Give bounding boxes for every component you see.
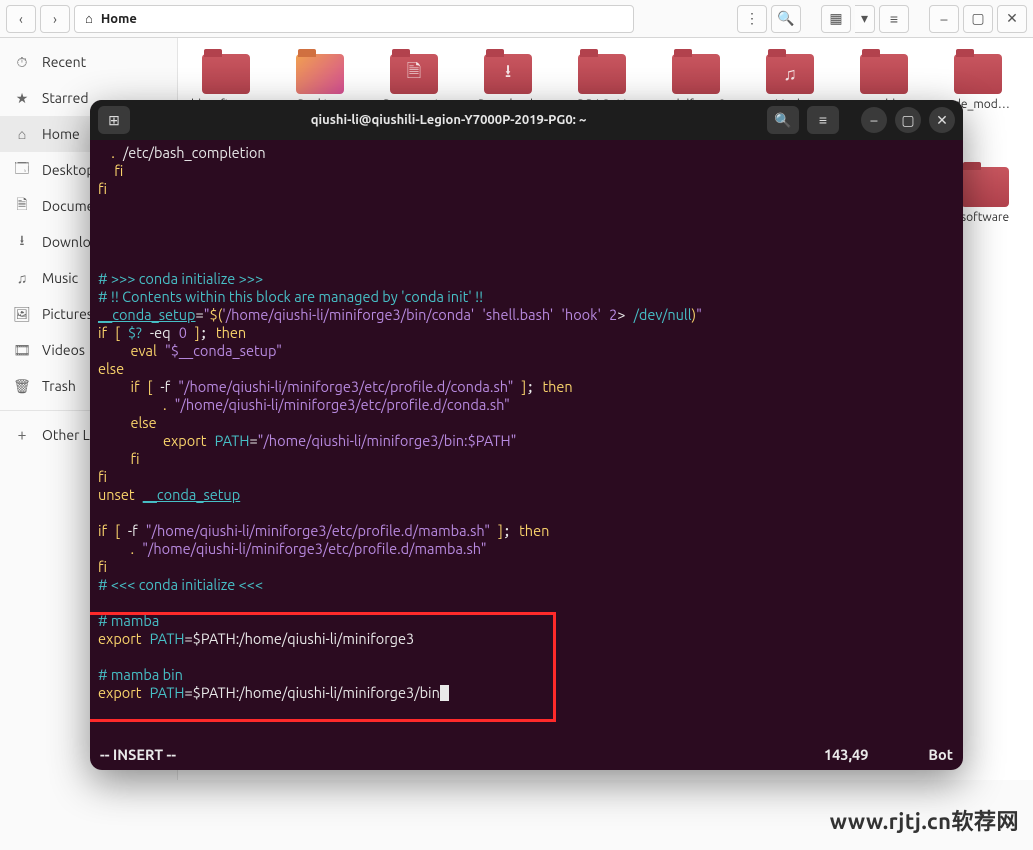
sidebar-item-label: Home — [42, 126, 80, 142]
music-icon: ♫ — [14, 270, 30, 286]
terminal-window: ⊞ qiushi-li@qiushili-Legion-Y7000P-2019-… — [90, 100, 963, 770]
sidebar-item-label: Recent — [42, 54, 86, 70]
folder-glyph-icon: 🗎 — [390, 54, 438, 94]
terminal-body[interactable]: . /etc/bash_completion fi fi # >>> conda… — [90, 140, 963, 770]
mamba-sh-source: "/home/qiushi-li/miniforge3/etc/profile.… — [142, 540, 486, 557]
folder-icon — [954, 54, 1002, 94]
hamburger-menu-button[interactable]: ≡ — [879, 5, 909, 33]
desktop-icon: 🗔 — [14, 158, 30, 182]
sidebar-item-label: Videos — [42, 342, 85, 358]
vim-scroll-indicator: Bot — [928, 746, 953, 764]
terminal-titlebar: ⊞ qiushi-li@qiushili-Legion-Y7000P-2019-… — [90, 100, 963, 140]
window-maximize-button[interactable]: ▢ — [963, 5, 993, 33]
terminal-minimize-button[interactable]: – — [861, 107, 887, 133]
sidebar-item-label: Desktop — [42, 162, 95, 178]
path-export: "/home/qiushi-li/miniforge3/bin:$PATH" — [258, 432, 517, 449]
window-close-button[interactable]: ✕ — [997, 5, 1027, 33]
folder-glyph-icon: ⭳ — [484, 54, 532, 94]
terminal-maximize-button[interactable]: ▢ — [895, 107, 921, 133]
path-label: Home — [101, 12, 137, 26]
str: 'shell.bash' — [482, 306, 553, 323]
conda-bin-path: '/home/qiushi-li/miniforge3/bin/conda' — [222, 306, 474, 323]
folder-icon: ♫ — [766, 54, 814, 94]
video-icon: 🎞 — [14, 342, 30, 359]
document-icon: 🗎 — [14, 194, 30, 218]
terminal-title: qiushi-li@qiushili-Legion-Y7000P-2019-PG… — [138, 113, 759, 127]
new-tab-button[interactable]: ⊞ — [98, 106, 130, 134]
folder-icon — [578, 54, 626, 94]
sidebar-item-label: Pictures — [42, 306, 93, 322]
star-icon: ★ — [14, 90, 30, 107]
folder-label: software — [961, 211, 1009, 224]
picture-icon: 🖼 — [14, 306, 30, 323]
terminal-menu-button[interactable]: ≡ — [807, 106, 839, 134]
comment: # mamba bin — [98, 666, 183, 683]
str: 'hook' — [561, 306, 601, 323]
sidebar-item-label: Music — [42, 270, 78, 286]
cursor — [440, 685, 449, 701]
search-button[interactable]: 🔍 — [771, 5, 801, 33]
comment: # !! Contents within this block are mana… — [98, 288, 483, 305]
conda-sh-path: "/home/qiushi-li/miniforge3/etc/profile.… — [178, 378, 513, 395]
terminal-search-button[interactable]: 🔍 — [767, 106, 799, 134]
terminal-close-button[interactable]: ✕ — [929, 107, 955, 133]
folder-icon — [860, 54, 908, 94]
sidebar-item-label: Trash — [42, 378, 76, 394]
comment: # mamba — [98, 612, 159, 629]
home-icon: ⌂ — [14, 126, 30, 142]
nav-back-button[interactable]: ‹ — [6, 5, 36, 33]
nav-forward-button[interactable]: › — [40, 5, 70, 33]
sidebar-item-recent[interactable]: ⏱ Recent — [0, 44, 177, 80]
download-icon: ⭳ — [14, 230, 30, 254]
comment: # <<< conda initialize <<< — [98, 576, 263, 593]
conda-setup-var: __conda_setup — [143, 486, 241, 503]
view-icons-button[interactable]: ▦ — [821, 5, 851, 33]
devnull: /dev/null — [634, 306, 692, 323]
folder-icon — [296, 54, 344, 94]
folder-icon — [672, 54, 720, 94]
folder-glyph-icon: ♫ — [766, 54, 814, 94]
mamba-bin-path-export: =$PATH:/home/qiushi-li/miniforge3/bin — [184, 684, 439, 701]
folder-icon: 🗎 — [390, 54, 438, 94]
folder-icon — [961, 167, 1009, 207]
watermark: www.rjtj.cn软荐网 — [830, 804, 1019, 836]
conda-sh-source: "/home/qiushi-li/miniforge3/etc/profile.… — [175, 396, 510, 413]
home-icon: ⌂ — [85, 11, 93, 26]
kebab-menu-button[interactable]: ⋮ — [737, 5, 767, 33]
vim-status-line: -- INSERT -- 143,49 Bot — [100, 746, 953, 764]
mamba-path-export: =$PATH:/home/qiushi-li/miniforge3 — [184, 630, 414, 647]
vim-cursor-pos: 143,49 — [824, 746, 868, 764]
plus-icon: + — [14, 426, 30, 444]
fm-toolbar: ‹ › ⌂ Home ⋮ 🔍 ▦ ▾ ≡ – ▢ ✕ — [0, 0, 1033, 38]
str: "$__conda_setup" — [165, 342, 282, 359]
folder-icon — [202, 54, 250, 94]
comment: # >>> conda initialize >>> — [98, 270, 263, 287]
mamba-sh-path: "/home/qiushi-li/miniforge3/etc/profile.… — [146, 522, 490, 539]
bash-completion-path: /etc/bash_completion — [123, 144, 266, 161]
view-dropdown-button[interactable]: ▾ — [855, 5, 875, 33]
clock-icon: ⏱ — [14, 54, 30, 71]
vim-mode: -- INSERT -- — [100, 746, 176, 764]
sidebar-item-label: Starred — [42, 90, 89, 106]
folder-icon: ⭳ — [484, 54, 532, 94]
trash-icon: 🗑 — [14, 378, 30, 395]
window-minimize-button[interactable]: – — [929, 5, 959, 33]
path-bar[interactable]: ⌂ Home — [74, 5, 634, 33]
